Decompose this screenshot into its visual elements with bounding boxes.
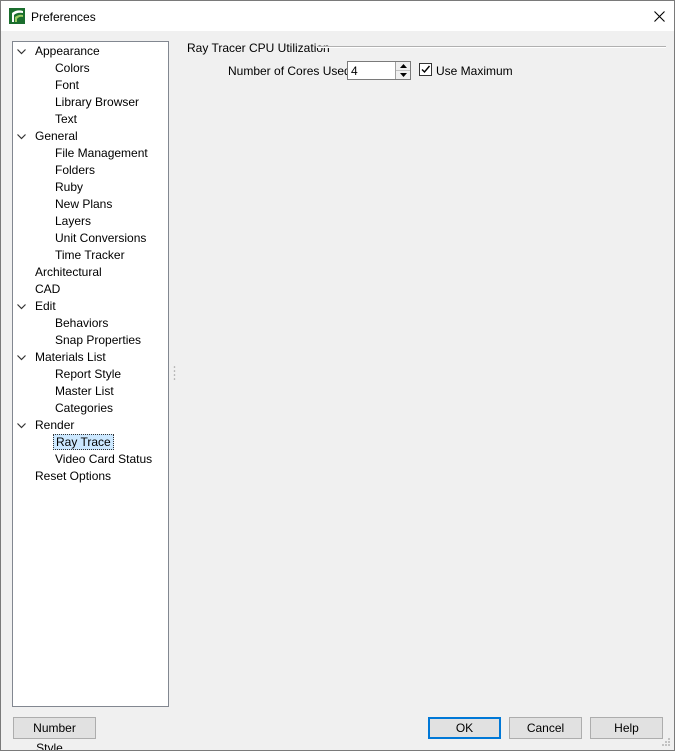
- spin-up-button[interactable]: [396, 62, 410, 71]
- tree-item-label: Report Style: [55, 367, 122, 381]
- tree-item-label: General: [35, 129, 78, 143]
- title-bar[interactable]: Preferences: [1, 1, 674, 31]
- tree-item-label: Font: [55, 78, 80, 92]
- tree-item[interactable]: Behaviors: [13, 315, 168, 332]
- tree-item[interactable]: Colors: [13, 60, 168, 77]
- cores-value[interactable]: 4: [351, 64, 358, 78]
- number-style-button[interactable]: Number Style...: [13, 717, 96, 750]
- tree-item-label: Appearance: [35, 44, 100, 58]
- spinner-buttons: [395, 62, 410, 79]
- group-title: Ray Tracer CPU Utilization: [187, 41, 330, 55]
- window-title: Preferences: [31, 10, 96, 24]
- tree-item[interactable]: CAD: [13, 281, 168, 298]
- group-divider: [317, 46, 666, 48]
- tree-item-label: Architectural: [35, 265, 102, 279]
- tree-item-label: Ruby: [55, 180, 84, 194]
- tree-item[interactable]: Unit Conversions: [13, 230, 168, 247]
- tree-item[interactable]: Font: [13, 77, 168, 94]
- tree-item[interactable]: Master List: [13, 383, 168, 400]
- preferences-tree[interactable]: Appearance Colors Font Library Browser Text G…: [12, 41, 169, 707]
- tree-item-label: File Management: [55, 146, 148, 160]
- tree-item[interactable]: Video Card Status: [13, 451, 168, 468]
- tree-item-label: CAD: [35, 282, 61, 296]
- help-button[interactable]: Help: [590, 717, 663, 739]
- tree-item[interactable]: Edit: [13, 298, 168, 315]
- tree-item-label: Master List: [55, 384, 114, 398]
- checkmark-icon: [421, 65, 431, 74]
- tree-item[interactable]: Render: [13, 417, 168, 434]
- close-button[interactable]: [644, 1, 674, 31]
- tree-item-label: Behaviors: [55, 316, 109, 330]
- tree-item-label: Layers: [55, 214, 92, 228]
- app-icon: [9, 8, 25, 24]
- tree-item-label: Reset Options: [35, 469, 112, 483]
- splitter-grip[interactable]: [173, 365, 176, 383]
- tree-item[interactable]: Folders: [13, 162, 168, 179]
- tree-item-label: Unit Conversions: [55, 231, 147, 245]
- chevron-down-icon[interactable]: [16, 420, 27, 431]
- tree-item[interactable]: Categories: [13, 400, 168, 417]
- cores-spinner[interactable]: 4: [347, 61, 411, 80]
- tree-item[interactable]: General: [13, 128, 168, 145]
- tree-item[interactable]: Architectural: [13, 264, 168, 281]
- tree-item[interactable]: Ruby: [13, 179, 168, 196]
- resize-grip-icon[interactable]: [661, 737, 671, 747]
- tree-item[interactable]: Report Style: [13, 366, 168, 383]
- tree-item[interactable]: Layers: [13, 213, 168, 230]
- tree-item[interactable]: Appearance: [13, 43, 168, 60]
- tree-item-label: Snap Properties: [55, 333, 142, 347]
- use-maximum-label[interactable]: Use Maximum: [436, 64, 513, 78]
- chevron-down-icon[interactable]: [16, 46, 27, 57]
- tree-item[interactable]: Library Browser: [13, 94, 168, 111]
- tree-item-label: Materials List: [35, 350, 106, 364]
- tree-item-label: Categories: [55, 401, 114, 415]
- tree-item-label: Text: [55, 112, 78, 126]
- close-icon: [653, 10, 665, 22]
- arrow-up-icon: [399, 64, 407, 68]
- tree-item-label: Render: [35, 418, 75, 432]
- spin-down-button[interactable]: [396, 71, 410, 79]
- tree-item[interactable]: New Plans: [13, 196, 168, 213]
- chevron-down-icon[interactable]: [16, 301, 27, 312]
- tree-item[interactable]: Materials List: [13, 349, 168, 366]
- tree-item-label: Colors: [55, 61, 90, 75]
- tree-item-label: Time Tracker: [55, 248, 125, 262]
- tree-item[interactable]: Reset Options: [13, 468, 168, 485]
- tree-item[interactable]: Time Tracker: [13, 247, 168, 264]
- use-maximum-checkbox[interactable]: [419, 63, 432, 76]
- tree-item-label: Video Card Status: [55, 452, 153, 466]
- arrow-down-icon: [399, 73, 407, 77]
- cancel-button[interactable]: Cancel: [509, 717, 582, 739]
- tree-item[interactable]: Snap Properties: [13, 332, 168, 349]
- tree-item[interactable]: Ray Trace: [13, 434, 168, 451]
- tree-item-label: Edit: [35, 299, 56, 313]
- preferences-dialog: Preferences Appearance Colors Font Library …: [0, 0, 675, 751]
- tree-item-label: New Plans: [55, 197, 113, 211]
- chevron-down-icon[interactable]: [16, 131, 27, 142]
- cores-label: Number of Cores Used:: [228, 64, 355, 78]
- chevron-down-icon[interactable]: [16, 352, 27, 363]
- ok-button[interactable]: OK: [428, 717, 501, 739]
- tree-item-label: Library Browser: [55, 95, 140, 109]
- tree-item[interactable]: File Management: [13, 145, 168, 162]
- tree-item-label: Ray Trace: [53, 434, 114, 450]
- tree-item-label: Folders: [55, 163, 96, 177]
- tree-item[interactable]: Text: [13, 111, 168, 128]
